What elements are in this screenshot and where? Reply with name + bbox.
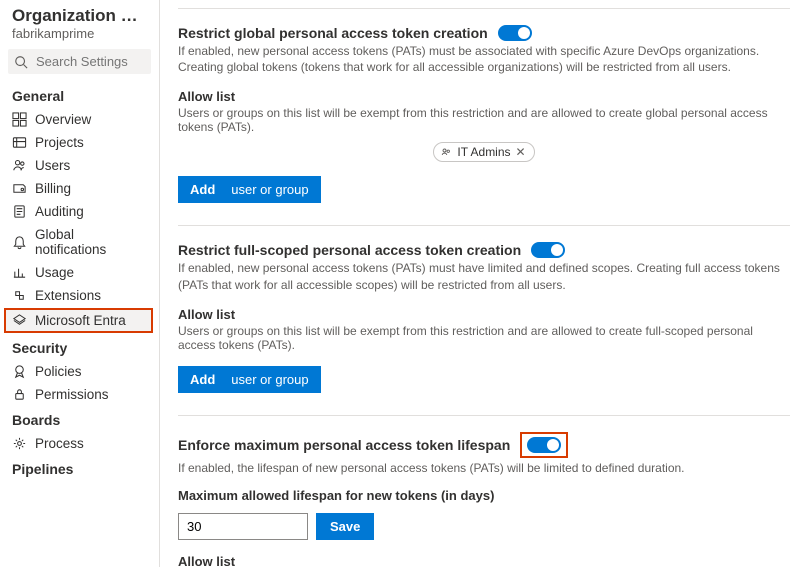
add-label: Add	[190, 372, 215, 387]
sidebar-item-extensions[interactable]: Extensions	[0, 284, 159, 307]
sidebar-item-global-notifications[interactable]: Global notifications	[0, 223, 159, 261]
sidebar-item-projects[interactable]: Projects	[0, 131, 159, 154]
max-lifespan-label: Maximum allowed lifespan for new tokens …	[178, 488, 790, 503]
sidebar-item-label: Projects	[35, 135, 84, 150]
auditing-icon	[12, 204, 27, 219]
search-settings[interactable]	[8, 49, 151, 74]
allow-list-header: Allow list	[178, 554, 790, 567]
permissions-icon	[12, 387, 27, 402]
sidebar-item-policies[interactable]: Policies	[0, 360, 159, 383]
save-button[interactable]: Save	[316, 513, 374, 540]
projects-icon	[12, 135, 27, 150]
sidebar-item-label: Permissions	[35, 387, 109, 402]
main-content: Restrict global personal access token cr…	[160, 0, 808, 567]
sidebar-item-auditing[interactable]: Auditing	[0, 200, 159, 223]
entra-icon	[12, 313, 27, 328]
sidebar-item-label: Overview	[35, 112, 91, 127]
allow-list-header: Allow list	[178, 89, 790, 104]
process-icon	[12, 436, 27, 451]
sidebar-item-label: Extensions	[35, 288, 101, 303]
billing-icon	[12, 181, 27, 196]
divider	[178, 8, 790, 9]
add-label: Add	[190, 182, 215, 197]
group-pipelines: Pipelines	[0, 455, 159, 481]
divider	[178, 415, 790, 416]
allow-list-desc: Users or groups on this list will be exe…	[178, 106, 790, 134]
sidebar-item-permissions[interactable]: Permissions	[0, 383, 159, 406]
sidebar-item-label: Users	[35, 158, 70, 173]
sidebar-item-label: Global notifications	[35, 227, 149, 257]
add-user-or-group-button[interactable]: Add user or group	[178, 176, 321, 203]
policy-desc: If enabled, new personal access tokens (…	[178, 43, 790, 75]
sidebar-item-microsoft-entra[interactable]: Microsoft Entra	[4, 308, 153, 333]
chip-label: IT Admins	[457, 145, 510, 159]
allow-list-desc: Users or groups on this list will be exe…	[178, 324, 790, 352]
sidebar-item-usage[interactable]: Usage	[0, 261, 159, 284]
search-input[interactable]	[34, 53, 145, 70]
group-boards: Boards	[0, 406, 159, 432]
add-suffix: user or group	[231, 372, 308, 387]
sidebar-item-overview[interactable]: Overview	[0, 108, 159, 131]
sidebar-item-billing[interactable]: Billing	[0, 177, 159, 200]
search-icon	[14, 55, 28, 69]
sidebar-item-label: Billing	[35, 181, 71, 196]
highlight-box	[520, 432, 568, 458]
org-title: Organization S…	[0, 4, 159, 26]
toggle-enforce-max-lifespan[interactable]	[527, 437, 561, 453]
policy-title-enforce-max-lifespan: Enforce maximum personal access token li…	[178, 437, 510, 453]
sidebar-item-label: Auditing	[35, 204, 84, 219]
group-general: General	[0, 82, 159, 108]
overview-icon	[12, 112, 27, 127]
org-subtitle: fabrikamprime	[0, 26, 159, 49]
allow-list-chip[interactable]: IT Admins ✕	[433, 142, 534, 162]
group-security: Security	[0, 334, 159, 360]
toggle-restrict-fullscoped-pat[interactable]	[531, 242, 565, 258]
sidebar-item-label: Policies	[35, 364, 82, 379]
sidebar-item-label: Process	[35, 436, 84, 451]
sidebar-item-label: Usage	[35, 265, 74, 280]
sidebar-item-process[interactable]: Process	[0, 432, 159, 455]
sidebar-item-label: Microsoft Entra	[35, 313, 126, 328]
policies-icon	[12, 364, 27, 379]
group-icon	[440, 146, 452, 158]
divider	[178, 225, 790, 226]
add-user-or-group-button[interactable]: Add user or group	[178, 366, 321, 393]
usage-icon	[12, 265, 27, 280]
users-icon	[12, 158, 27, 173]
sidebar-item-users[interactable]: Users	[0, 154, 159, 177]
sidebar: Organization S… fabrikamprime General Ov…	[0, 0, 160, 567]
policy-desc: If enabled, new personal access tokens (…	[178, 260, 790, 292]
allow-list-header: Allow list	[178, 307, 790, 322]
notifications-icon	[12, 235, 27, 250]
chip-remove-icon[interactable]: ✕	[516, 145, 526, 159]
extensions-icon	[12, 288, 27, 303]
policy-title-restrict-global-pat: Restrict global personal access token cr…	[178, 25, 488, 41]
toggle-restrict-global-pat[interactable]	[498, 25, 532, 41]
add-suffix: user or group	[231, 182, 308, 197]
max-lifespan-input[interactable]	[178, 513, 308, 540]
policy-desc: If enabled, the lifespan of new personal…	[178, 460, 790, 476]
policy-title-restrict-fullscoped-pat: Restrict full-scoped personal access tok…	[178, 242, 521, 258]
